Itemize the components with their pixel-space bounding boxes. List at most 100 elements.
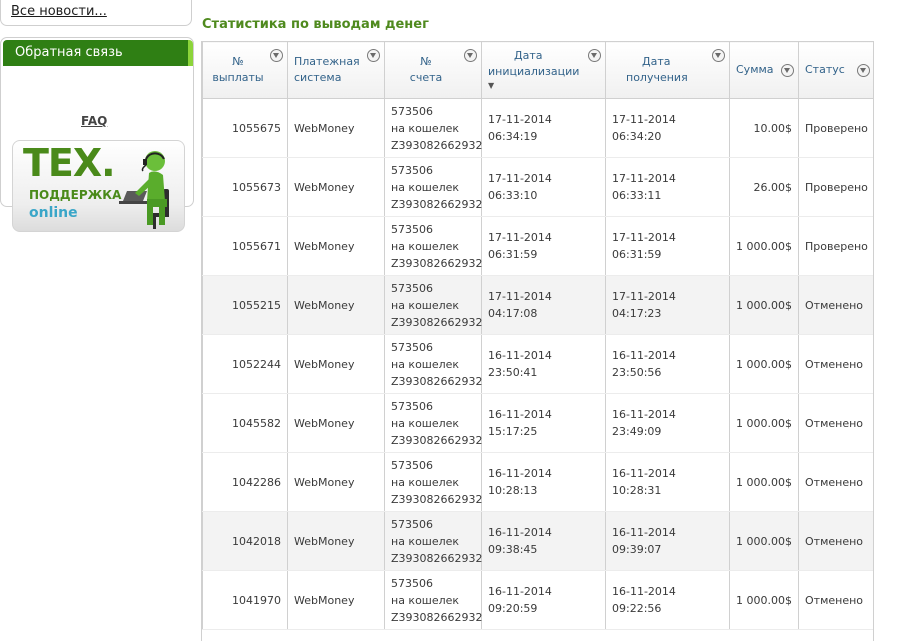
wallet-number: Z393082662932	[391, 433, 483, 447]
filter-icon[interactable]	[857, 64, 870, 77]
account-label: на кошелек	[391, 298, 460, 312]
faq-link[interactable]: FAQ	[81, 114, 107, 128]
payment-system-cell: WebMoney	[287, 275, 385, 335]
account-number: 573506	[391, 517, 433, 531]
account-number: 573506	[391, 281, 433, 295]
status-cell: Отменено	[798, 275, 873, 335]
filter-icon[interactable]	[781, 64, 794, 77]
amount-cell: 1 000.00$	[729, 452, 799, 512]
filter-icon[interactable]	[367, 49, 380, 62]
receive-date-cell: 16-11-2014 10:28:31	[605, 452, 730, 512]
init-date-cell: 16-11-2014 09:38:45	[481, 511, 606, 571]
column-header-payment-system[interactable]: Платежная система	[287, 41, 385, 99]
column-header-label: Статус	[805, 63, 845, 76]
account-number: 573506	[391, 222, 433, 236]
account-label: на кошелек	[391, 593, 460, 607]
table-body: 1055675 WebMoney 573506 на кошелек Z393082…	[202, 98, 873, 630]
init-date-cell: 17-11-2014 06:33:10	[481, 157, 606, 217]
wallet-number: Z393082662932	[391, 610, 483, 624]
account-cell: 573506 на кошелек Z393082662932	[384, 511, 483, 571]
wallet-number: Z393082662932	[391, 138, 483, 152]
account-cell: 573506 на кошелек Z393082662932	[384, 157, 483, 217]
account-number: 573506	[391, 576, 433, 590]
amount-cell: 1 000.00$	[729, 334, 799, 394]
column-header-label: инициализации	[488, 65, 580, 78]
init-date-cell: 17-11-2014 04:17:08	[481, 275, 606, 335]
init-date-cell: 16-11-2014 15:17:25	[481, 393, 606, 453]
init-date-cell: 16-11-2014 23:50:41	[481, 334, 606, 394]
filter-icon[interactable]	[588, 49, 601, 62]
filter-icon[interactable]	[270, 49, 283, 62]
column-header-status[interactable]: Статус	[798, 41, 873, 99]
feedback-header: Обратная связь	[3, 40, 193, 66]
payment-system-cell: WebMoney	[287, 511, 385, 571]
column-header-label: №	[420, 55, 432, 68]
column-header-init-date[interactable]: Дата инициализации ▼	[481, 41, 606, 99]
receive-date-cell: 16-11-2014 09:22:56	[605, 570, 730, 630]
withdrawals-table: № выплаты Платежная система № счета Дата…	[202, 41, 873, 630]
account-label: на кошелек	[391, 239, 460, 253]
table-row: 1055675 WebMoney 573506 на кошелек Z393082…	[202, 98, 873, 158]
sort-desc-icon[interactable]: ▼	[488, 80, 585, 92]
account-label: на кошелек	[391, 475, 460, 489]
column-header-payout-id[interactable]: № выплаты	[202, 41, 288, 99]
payment-system-cell: WebMoney	[287, 157, 385, 217]
table-row: 1055215 WebMoney 573506 на кошелек Z393082…	[202, 275, 873, 335]
table-row: 1055673 WebMoney 573506 на кошелек Z393082…	[202, 157, 873, 217]
withdrawals-table-wrap: № выплаты Платежная система № счета Дата…	[201, 41, 874, 641]
init-date-cell: 17-11-2014 06:34:19	[481, 98, 606, 158]
account-cell: 573506 на кошелек Z393082662932	[384, 334, 483, 394]
payout-id-cell: 1041970	[202, 570, 288, 630]
status-cell: Проверено	[798, 216, 873, 276]
column-header-label: Дата	[642, 55, 671, 68]
payment-system-cell: WebMoney	[287, 393, 385, 453]
table-row: 1042286 WebMoney 573506 на кошелек Z393082…	[202, 452, 873, 512]
column-header-receive-date[interactable]: Дата получения	[605, 41, 730, 99]
status-cell: Проверено	[798, 98, 873, 158]
account-label: на кошелек	[391, 534, 460, 548]
account-label: на кошелек	[391, 357, 460, 371]
wallet-number: Z393082662932	[391, 197, 483, 211]
amount-cell: 1 000.00$	[729, 275, 799, 335]
column-header-amount[interactable]: Сумма	[729, 41, 799, 99]
amount-cell: 26.00$	[729, 157, 799, 217]
payout-id-cell: 1055673	[202, 157, 288, 217]
filter-icon[interactable]	[464, 49, 477, 62]
wallet-number: Z393082662932	[391, 551, 483, 565]
column-header-label: выплаты	[212, 71, 264, 84]
column-header-label: счета	[409, 71, 443, 84]
account-cell: 573506 на кошелек Z393082662932	[384, 570, 483, 630]
account-cell: 573506 на кошелек Z393082662932	[384, 275, 483, 335]
account-cell: 573506 на кошелек Z393082662932	[384, 393, 483, 453]
status-cell: Отменено	[798, 334, 873, 394]
amount-cell: 1 000.00$	[729, 216, 799, 276]
payout-id-cell: 1042286	[202, 452, 288, 512]
filter-icon[interactable]	[712, 49, 725, 62]
column-header-account[interactable]: № счета	[384, 41, 482, 99]
account-label: на кошелек	[391, 121, 460, 135]
table-row: 1055671 WebMoney 573506 на кошелек Z393082…	[202, 216, 873, 276]
init-date-cell: 16-11-2014 10:28:13	[481, 452, 606, 512]
payment-system-cell: WebMoney	[287, 216, 385, 276]
payment-system-cell: WebMoney	[287, 452, 385, 512]
column-header-label: система	[294, 71, 342, 84]
receive-date-cell: 16-11-2014 09:39:07	[605, 511, 730, 571]
wallet-number: Z393082662932	[391, 315, 483, 329]
column-header-label: получения	[626, 71, 688, 84]
payment-system-cell: WebMoney	[287, 570, 385, 630]
table-row: 1052244 WebMoney 573506 на кошелек Z393082…	[202, 334, 873, 394]
account-number: 573506	[391, 340, 433, 354]
table-header-row: № выплаты Платежная система № счета Дата…	[202, 41, 873, 99]
status-cell: Проверено	[798, 157, 873, 217]
receive-date-cell: 16-11-2014 23:50:56	[605, 334, 730, 394]
payment-system-cell: WebMoney	[287, 334, 385, 394]
payout-id-cell: 1052244	[202, 334, 288, 394]
status-cell: Отменено	[798, 511, 873, 571]
all-news-link[interactable]: Все новости...	[11, 4, 107, 19]
init-date-cell: 17-11-2014 06:31:59	[481, 216, 606, 276]
account-cell: 573506 на кошелек Z393082662932	[384, 216, 483, 276]
payment-system-cell: WebMoney	[287, 98, 385, 158]
support-banner[interactable]: ТЕХ. ПОДДЕРЖКА online	[12, 140, 185, 232]
receive-date-cell: 17-11-2014 06:33:11	[605, 157, 730, 217]
payout-id-cell: 1055675	[202, 98, 288, 158]
